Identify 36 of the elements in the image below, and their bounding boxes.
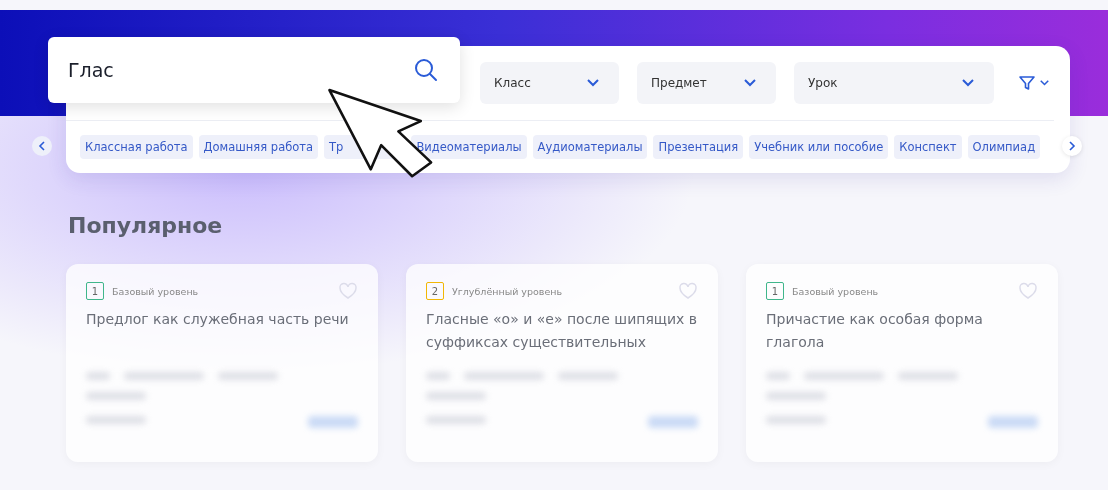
category-chip[interactable]: Видеоматериалы [411, 135, 527, 159]
chevron-icon [587, 79, 599, 87]
search-icon[interactable] [414, 58, 438, 82]
chevron-icon [744, 79, 756, 87]
category-chip[interactable]: Презентация [653, 135, 744, 159]
card-title: Гласные «о» и «е» после шипящих в суффиксах существительных [426, 310, 698, 352]
section-title: Популярное [68, 213, 224, 238]
lesson-card[interactable]: 2 Углублённый уровень Гласные «о» и «е» после шипящих в суффиксах существительных [406, 264, 718, 462]
category-chip[interactable]: Классная работа [80, 135, 193, 159]
chevron-right-icon [1068, 141, 1076, 151]
card-title: Причастие как особая форма глагола [766, 310, 984, 352]
category-chip[interactable]: Учебник или пособие [749, 135, 889, 159]
dropdown[interactable]: Класс [480, 62, 619, 104]
lesson-card[interactable]: 1 Базовый уровень Предлог как служебная часть речи [66, 264, 378, 462]
level-label: Базовый уровень [792, 285, 880, 297]
scroll-right-button[interactable] [1062, 136, 1082, 156]
filter-button[interactable] [1018, 74, 1049, 92]
dropdown[interactable]: Урок [794, 62, 994, 104]
chevron-left-icon [38, 141, 46, 151]
dropdown[interactable]: Предмет [637, 62, 776, 104]
search-field[interactable]: Глас [48, 37, 460, 103]
level-badge: 2 [426, 282, 444, 300]
card-title: Предлог как служебная часть речи [86, 310, 350, 329]
chevron-icon [1040, 80, 1049, 86]
funnel-icon [1018, 74, 1036, 92]
chevron-icon [962, 79, 974, 87]
level-badge: 1 [86, 282, 104, 300]
category-chip[interactable]: Аудиоматериалы [532, 135, 648, 159]
level-badge: 1 [766, 282, 784, 300]
lesson-card[interactable]: 1 Базовый уровень Причастие как особая форма глагола [746, 264, 1058, 462]
level-label: Базовый уровень [112, 285, 200, 297]
level-label: Углублённый уровень [452, 285, 564, 297]
category-chip[interactable]: Олимпиад [967, 135, 1041, 159]
category-chip[interactable]: Конспект [894, 135, 962, 159]
scroll-left-button[interactable] [32, 136, 52, 156]
category-chip[interactable]: Домашняя работа [198, 135, 319, 159]
